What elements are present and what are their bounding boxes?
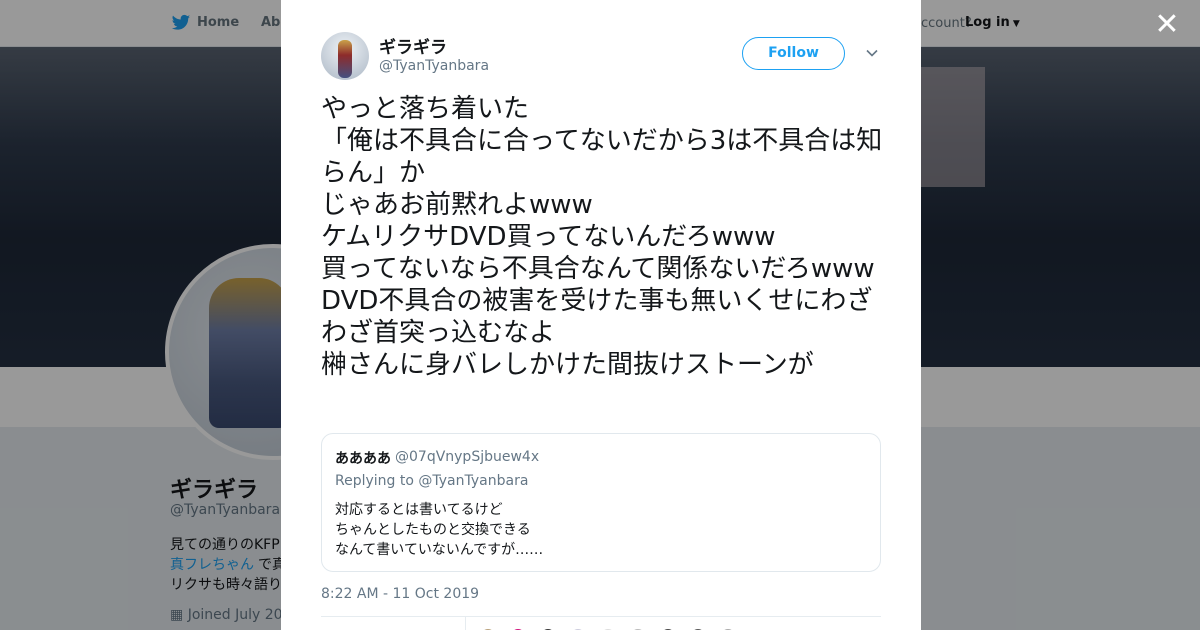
tweet-timestamp[interactable]: 8:22 AM - 11 Oct 2019 — [321, 586, 479, 602]
quoted-author-name: ああああ — [335, 451, 391, 467]
quoted-author-handle: @07qVnypSjbuew4x — [395, 449, 540, 465]
tweet-modal: ギラギラ @TyanTyanbara Follow やっと落ち着いた 「俺は不具… — [281, 0, 921, 630]
quoted-reply-context: Replying to @TyanTyanbara — [335, 473, 529, 489]
tweet-text: やっと落ち着いた 「俺は不具合に合ってないだから3は不具合は知らん」か じゃあお… — [321, 94, 883, 380]
author-avatar[interactable] — [321, 32, 369, 80]
quoted-tweet[interactable]: ああああ @07qVnypSjbuew4x Replying to @TyanT… — [321, 433, 881, 572]
quoted-text: 対応するとは書いてるけど ちゃんとしたものと交換できる なんて書いていないんです… — [335, 502, 544, 558]
tweet-stats-row — [321, 616, 881, 630]
reply-to-link[interactable]: @TyanTyanbara — [418, 473, 528, 489]
author-handle[interactable]: @TyanTyanbara — [379, 58, 489, 74]
follow-button[interactable]: Follow — [742, 37, 845, 70]
author-name[interactable]: ギラギラ — [379, 33, 447, 58]
close-icon[interactable]: ✕ — [1154, 10, 1180, 40]
chevron-down-icon[interactable] — [865, 46, 879, 60]
